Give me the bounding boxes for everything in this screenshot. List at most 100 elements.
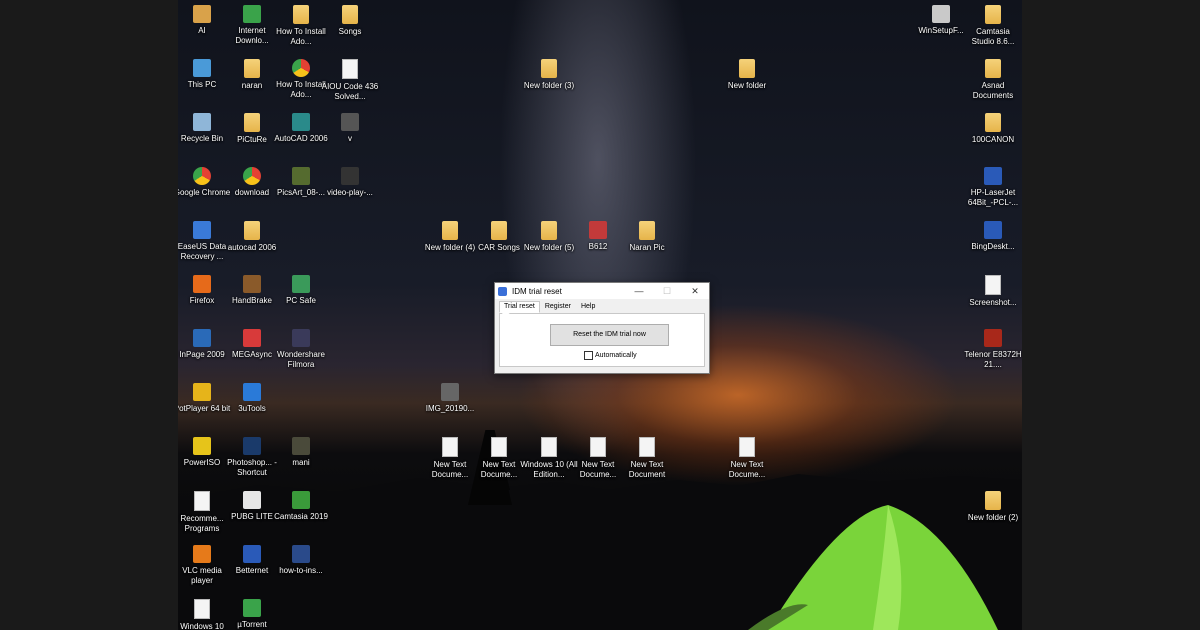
app-icon xyxy=(193,329,211,347)
app-icon xyxy=(243,545,261,563)
desktop-icon-label: v xyxy=(348,134,352,143)
folder-icon xyxy=(985,5,1001,24)
window-title: IDM trial reset xyxy=(512,286,562,296)
desktop-icon[interactable]: BingDeskt... xyxy=(964,221,1022,252)
desktop-icon-label: download xyxy=(234,188,270,197)
desktop-icon[interactable]: WinSetupF... xyxy=(912,5,970,36)
folder-icon xyxy=(244,221,260,240)
desktop-icon-label: Betternet xyxy=(235,566,269,575)
minimize-button[interactable]: — xyxy=(625,286,653,296)
app-icon xyxy=(292,545,310,563)
desktop-icon-label: VLC media player xyxy=(182,566,222,585)
desktop-icon[interactable]: Screenshot... xyxy=(964,275,1022,308)
desktop-icon-label: New Text Docume... xyxy=(728,460,766,479)
desktop-icon-label: CAR Songs xyxy=(478,243,520,252)
desktop-icon[interactable]: Telenor E8372H 21.... xyxy=(964,329,1022,370)
desktop-icon-label: This PC xyxy=(187,80,217,89)
folder-icon xyxy=(342,5,358,24)
app-icon xyxy=(243,599,261,617)
maximize-button[interactable]: ☐ xyxy=(653,286,681,297)
desktop-icon[interactable]: New Text Docume... xyxy=(718,437,776,480)
desktop-icon-label: HandBrake xyxy=(231,296,273,305)
desktop-icon-label: EaseUS Data Recovery ... xyxy=(178,242,227,261)
app-icon xyxy=(193,383,211,401)
desktop-icon[interactable]: Camtasia Studio 8.6... xyxy=(964,5,1022,47)
desktop-icon-label: AutoCAD 2006 xyxy=(274,134,328,143)
desktop-icon[interactable]: New Text Document xyxy=(618,437,676,480)
desktop-icon[interactable]: µTorrent xyxy=(223,599,281,630)
close-button[interactable]: ✕ xyxy=(681,286,709,297)
desktop-icon-label: AIOU Code 436 Solved... xyxy=(321,82,379,101)
tab-register[interactable]: Register xyxy=(540,301,576,313)
folder-icon xyxy=(491,221,507,240)
desktop-icon-label: how-to-ins... xyxy=(279,566,323,575)
desktop-icon-label: WinSetupF... xyxy=(918,26,964,35)
trial-reset-panel: Reset the IDM trial now Automatically xyxy=(499,314,705,367)
checkbox-box[interactable] xyxy=(584,351,593,360)
desktop-icon-label: Recomme... Programs xyxy=(180,514,224,533)
app-icon xyxy=(243,275,261,293)
desktop-icon[interactable]: 3uTools xyxy=(223,383,281,414)
desktop-icon[interactable]: New folder (2) xyxy=(964,491,1022,523)
desktop-icon-label: New folder (3) xyxy=(523,81,575,90)
desktop-icon[interactable]: AIOU Code 436 Solved... xyxy=(321,59,379,102)
desktop-icon[interactable]: 100CANON xyxy=(964,113,1022,145)
automatically-label: Automatically xyxy=(595,352,637,359)
desktop-icon-label: Naran Pic xyxy=(629,243,665,252)
document-icon xyxy=(491,437,507,457)
folder-icon xyxy=(985,113,1001,132)
folder-icon xyxy=(739,59,755,78)
title-bar[interactable]: IDM trial reset — ☐ ✕ xyxy=(495,283,709,299)
desktop-icon-label: Windows 10 xyxy=(180,622,224,630)
desktop-icon-label: AI xyxy=(198,26,206,35)
automatically-checkbox[interactable]: Automatically xyxy=(584,351,637,360)
app-icon xyxy=(498,286,507,296)
app-icon xyxy=(984,329,1002,347)
app-icon xyxy=(292,329,310,347)
app-icon xyxy=(243,383,261,401)
desktop-icon-label: Recycle Bin xyxy=(180,134,224,143)
desktop-icon[interactable]: IMG_20190... xyxy=(421,383,479,414)
desktop-icon[interactable]: autocad 2006 xyxy=(223,221,281,253)
folder-icon xyxy=(541,59,557,78)
app-icon xyxy=(292,167,310,185)
app-icon xyxy=(292,113,310,131)
desktop-icon-label: Firefox xyxy=(189,296,215,305)
idm-trial-reset-window: IDM trial reset — ☐ ✕ Trial reset Regist… xyxy=(494,282,710,374)
reset-trial-button[interactable]: Reset the IDM trial now xyxy=(550,324,669,346)
app-icon xyxy=(932,5,950,23)
desktop-icon[interactable]: Songs xyxy=(321,5,379,37)
desktop-icon[interactable]: HP-LaserJet 64Bit_-PCL-... xyxy=(964,167,1022,208)
desktop-icon[interactable]: Camtasia 2019 xyxy=(272,491,330,522)
app-icon xyxy=(292,437,310,455)
app-icon xyxy=(984,167,1002,185)
desktop-icon[interactable]: v xyxy=(321,113,379,144)
app-icon xyxy=(193,113,211,131)
desktop-icon-label: MEGAsync xyxy=(231,350,272,359)
document-icon xyxy=(739,437,755,457)
app-icon xyxy=(193,5,211,23)
desktop-icon-label: Asnad Documents xyxy=(972,81,1014,100)
desktop-icon[interactable]: how-to-ins... xyxy=(272,545,330,576)
folder-icon xyxy=(442,221,458,240)
desktop-icon-label: PC Safe xyxy=(286,296,316,305)
desktop-icon[interactable]: video-play-... xyxy=(321,167,379,198)
app-icon xyxy=(292,275,310,293)
desktop-icon-label: B612 xyxy=(588,242,608,251)
desktop-icon-label: New folder (2) xyxy=(967,513,1019,522)
desktop-icon-label: New folder (5) xyxy=(523,243,575,252)
desktop-icon[interactable]: Naran Pic xyxy=(618,221,676,253)
desktop-icon[interactable]: Asnad Documents xyxy=(964,59,1022,101)
desktop-icon[interactable]: PC Safe xyxy=(272,275,330,306)
desktop-icon-label: Screenshot... xyxy=(969,298,1017,307)
tab-help[interactable]: Help xyxy=(576,301,600,313)
desktop-icon[interactable]: Wondershare Filmora xyxy=(272,329,330,370)
desktop-icon-label: New folder xyxy=(727,81,767,90)
desktop-icon-label: InPage 2009 xyxy=(179,350,225,359)
desktop-icon[interactable]: mani xyxy=(272,437,330,468)
desktop-icon-label: How To Install Ado... xyxy=(276,27,326,46)
desktop-icon[interactable]: New folder xyxy=(718,59,776,91)
desktop-icon-label: HP-LaserJet 64Bit_-PCL-... xyxy=(967,188,1019,207)
desktop-icon-label: PowerISO xyxy=(183,458,221,467)
desktop-icon[interactable]: New folder (3) xyxy=(520,59,578,91)
